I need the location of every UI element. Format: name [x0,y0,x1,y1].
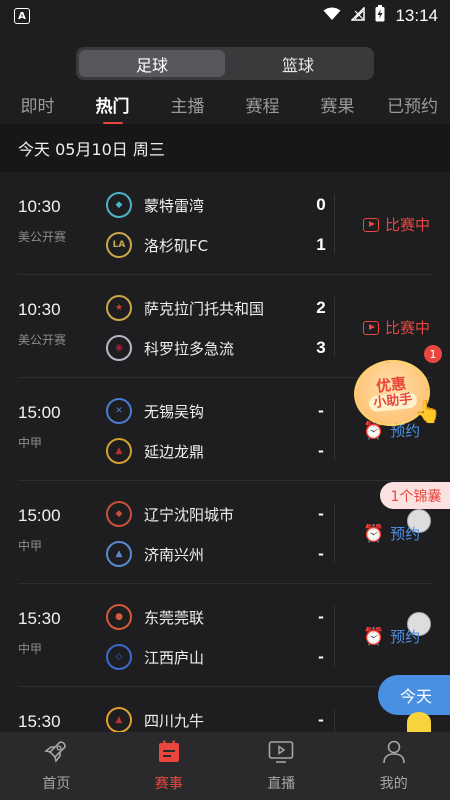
match-time: 15:30 [18,712,61,731]
tips-bag-button[interactable]: 1个锦囊 [380,482,450,509]
screen: A 13:14 足球 篮球 即时 热门 主播 赛程 赛果 已预约 今天 05月1… [0,0,450,800]
tab-hot[interactable]: 热门 [75,86,150,124]
category-tabs: 即时 热门 主播 赛程 赛果 已预约 [0,86,450,124]
date-header: 今天 05月10日 周三 [0,124,450,172]
divider [334,503,335,563]
match-time: 10:30 [18,300,61,319]
nav-live[interactable]: 直播 [225,732,338,800]
bottom-navigation: 首页 赛事 直播 我的 [0,732,450,800]
divider [334,194,335,254]
team-logo: ★ [106,295,132,321]
battery-charging-icon [375,5,385,27]
away-team-name: 科罗拉多急流 [144,339,235,358]
team-logo: ✕ [106,398,132,424]
home-score: 2 [316,298,326,317]
match-time: 15:30 [18,609,61,628]
match-time: 10:30 [18,197,61,216]
home-score: - [318,504,324,523]
home-team-name: 辽宁沈阳城市 [144,505,235,524]
wifi-icon [323,6,341,26]
team-logo: ▲ [106,707,132,732]
divider [334,709,335,732]
tv-play-icon [267,739,295,769]
team-logo: ◆ [106,192,132,218]
match-league: 中甲 [18,539,43,553]
play-icon [363,217,379,232]
away-score: - [318,647,324,666]
tab-booked[interactable]: 已预约 [375,86,450,124]
user-icon [380,739,408,769]
home-team-name: 蒙特雷湾 [144,196,205,215]
match-league: 中甲 [18,642,43,656]
team-logo: ◇ [106,644,132,670]
no-signal-icon [350,6,366,26]
home-team-name: 无锡吴钩 [144,402,205,421]
divider [334,297,335,357]
home-score: - [318,710,324,729]
away-score: 3 [316,338,326,357]
team-logo: ▲ [106,438,132,464]
calendar-icon [155,739,183,769]
away-team-name: 延边龙鼎 [144,442,205,461]
rocket-icon [42,739,70,769]
team-logo: ▲ [106,541,132,567]
nav-profile[interactable]: 我的 [338,732,450,800]
today-button[interactable]: 今天 [378,675,450,715]
match-league: 美公开赛 [18,230,67,244]
match-list: 10:30 美公开赛 ◆ 蒙特雷湾 LA 洛杉矶FC 0 1 比赛中 10:30 美… [0,172,450,732]
clock: 13:14 [395,6,438,25]
team-logo: ◆ [106,501,132,527]
home-score: - [318,607,324,626]
app-notification-icon: A [14,8,30,24]
home-score: 0 [316,195,326,214]
away-team-name: 济南兴州 [144,545,205,564]
away-score: - [318,441,324,460]
home-team-name: 东莞莞联 [144,608,205,627]
match-row[interactable]: 15:30 ▲ 四川九牛 - [18,687,432,732]
home-team-name: 四川九牛 [144,711,205,730]
team-logo: ● [106,604,132,630]
away-team-name: 洛杉矶FC [144,236,209,255]
team-logo: LA [106,232,132,258]
match-row[interactable]: 10:30 美公开赛 ★ 萨克拉门托共和国 ◉ 科罗拉多急流 2 3 比赛中 [18,275,432,378]
team-logo: ◉ [106,335,132,361]
alarm-clock-icon: ⏰ [363,523,385,544]
segment-basketball[interactable]: 篮球 [225,50,371,77]
match-time: 15:00 [18,403,61,422]
match-row[interactable]: 15:30 中甲 ● 东莞莞联 ◇ 江西庐山 - - ⏰ 预约 [18,584,432,687]
pointing-hand-icon: 👆 [414,400,442,425]
promo-badge: 1 [424,345,442,363]
nav-home[interactable]: 首页 [0,732,113,800]
tab-schedule[interactable]: 赛程 [225,86,300,124]
segment-football[interactable]: 足球 [79,50,225,77]
match-time: 15:00 [18,506,61,525]
play-icon [363,320,379,335]
tab-streamers[interactable]: 主播 [150,86,225,124]
alarm-clock-icon: ⏰ [363,626,385,647]
tab-live-now[interactable]: 即时 [0,86,75,124]
status-bar: A 13:14 [0,0,450,32]
book-button[interactable]: ⏰ 预约 [363,626,420,647]
streamer-avatar[interactable] [407,712,431,732]
away-team-name: 江西庐山 [144,648,205,667]
match-row[interactable]: 10:30 美公开赛 ◆ 蒙特雷湾 LA 洛杉矶FC 0 1 比赛中 [18,172,432,275]
home-score: - [318,401,324,420]
home-team-name: 萨克拉门托共和国 [144,299,265,318]
live-status-button[interactable]: 比赛中 [363,214,430,235]
book-button[interactable]: ⏰ 预约 [363,523,420,544]
match-league: 美公开赛 [18,333,67,347]
match-row[interactable]: 15:00 中甲 ◆ 辽宁沈阳城市 ▲ 济南兴州 - - ⏰ 预约 [18,481,432,584]
away-score: 1 [316,235,326,254]
nav-events[interactable]: 赛事 [113,732,226,800]
sport-segment: 足球 篮球 [76,47,374,80]
live-status-button[interactable]: 比赛中 [363,317,430,338]
away-score: - [318,544,324,563]
tab-results[interactable]: 赛果 [300,86,375,124]
divider [334,400,335,460]
divider [334,606,335,666]
match-league: 中甲 [18,436,43,450]
